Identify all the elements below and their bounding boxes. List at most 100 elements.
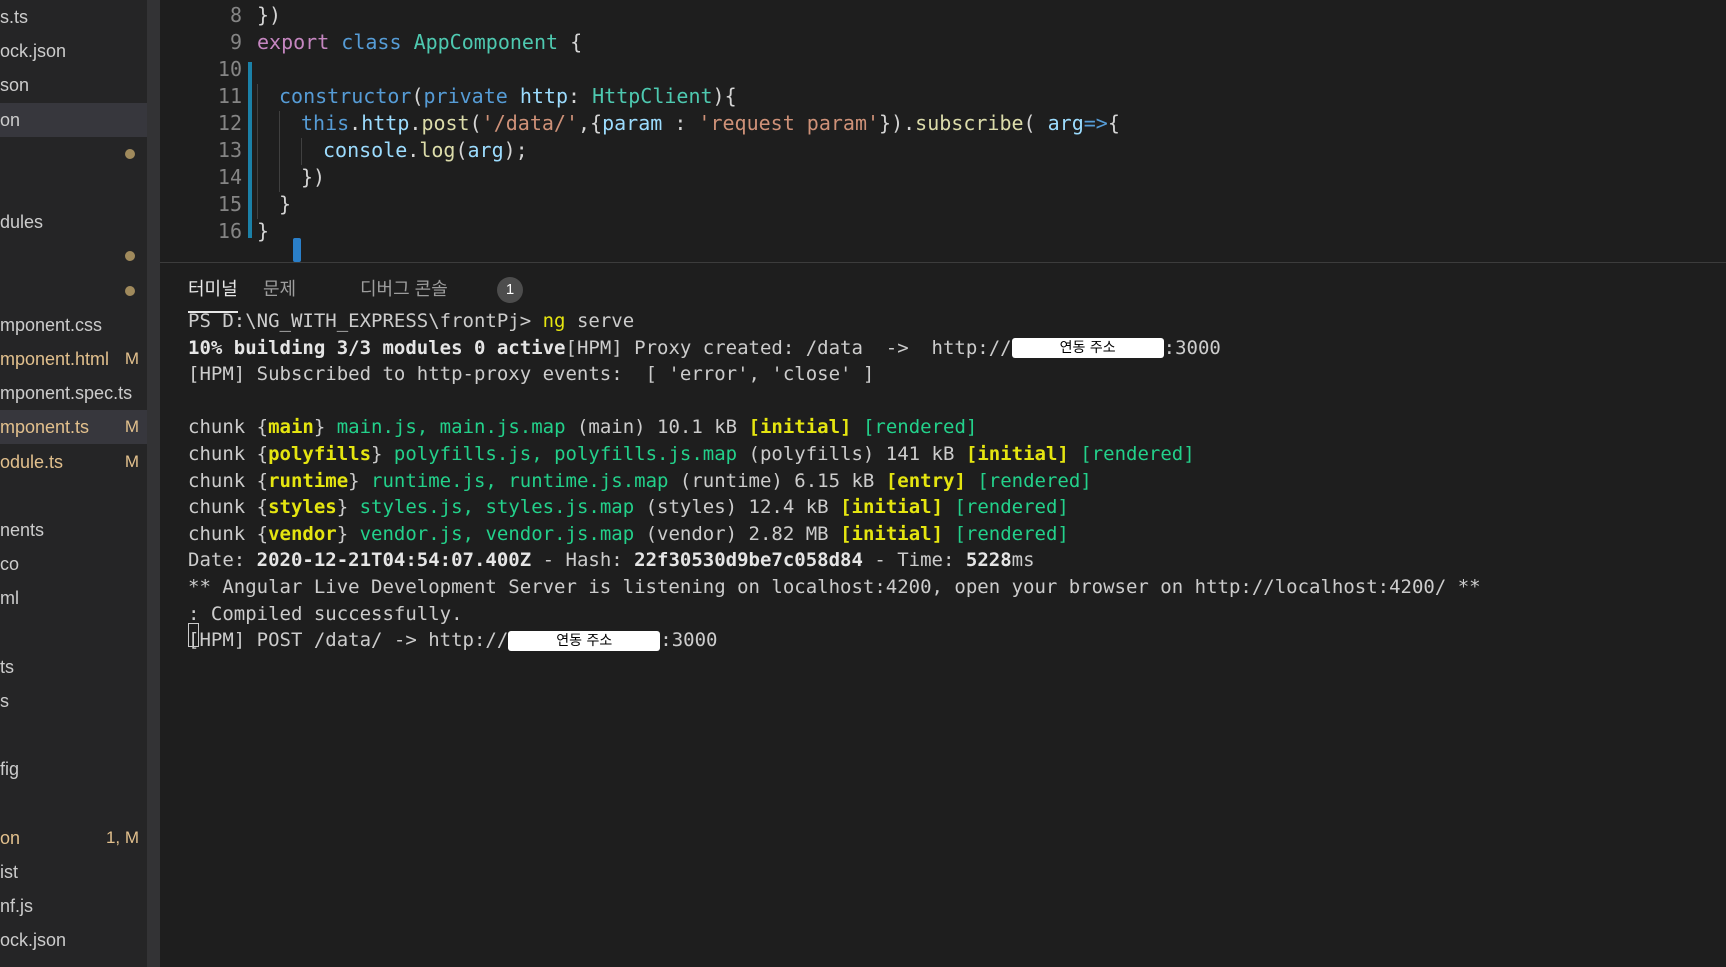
code-token: http: [361, 111, 410, 135]
terminal-text: vendor: [268, 522, 337, 545]
explorer-item[interactable]: odule.ts M: [0, 445, 147, 479]
explorer-item[interactable]: ist: [0, 855, 147, 889]
tab-terminal[interactable]: 터미널: [188, 277, 238, 309]
explorer-item[interactable]: on: [0, 102, 147, 137]
explorer-item[interactable]: son: [0, 68, 147, 102]
terminal-text: [rendered]: [1080, 443, 1195, 465]
code-editor[interactable]: 8}) 9 export class AppComponent {10 11 const…: [160, 0, 1726, 263]
terminal-text: chunk {: [188, 443, 269, 465]
explorer-item-label: mponent.css: [0, 314, 103, 335]
explorer-item[interactable]: mponent.ts M: [0, 410, 147, 445]
git-status-badge: 1, M: [105, 827, 139, 847]
code-token: }: [279, 192, 292, 216]
code-token: (: [1023, 111, 1048, 135]
code-token: .: [409, 111, 422, 135]
explorer-item[interactable]: ock.json: [0, 34, 147, 68]
code-text: }: [257, 217, 269, 247]
explorer-item[interactable]: dules: [0, 205, 147, 239]
explorer-item-label: dules: [0, 212, 44, 233]
code-text: this.http.post('/data/',{param : 'reques…: [301, 109, 1120, 139]
tab-debug-console[interactable]: 디버그 콘솔: [360, 277, 448, 309]
terminal-text: serve: [565, 310, 635, 332]
code-token: arg: [467, 138, 504, 162]
explorer-item-label: s: [0, 691, 9, 711]
explorer-item[interactable]: s: [0, 684, 147, 718]
code-token: arg: [1047, 111, 1084, 135]
modified-dot-icon: [125, 285, 135, 296]
explorer-item[interactable]: [0, 137, 147, 171]
indent-guide: [279, 165, 280, 192]
explorer-item-label: ml: [0, 588, 19, 609]
explorer-item[interactable]: [0, 274, 147, 308]
terminal-line: ** Angular Live Development Server is li…: [188, 574, 1481, 601]
explorer-item[interactable]: ml: [0, 581, 147, 615]
explorer-item[interactable]: [0, 171, 147, 205]
code-token: ){: [712, 84, 737, 108]
explorer-item[interactable]: ts: [0, 650, 147, 684]
explorer-item[interactable]: [0, 239, 147, 273]
explorer-item[interactable]: s.ts: [0, 0, 147, 34]
code-text: constructor(private http: HttpClient){: [279, 82, 737, 112]
code-token: constructor: [279, 84, 412, 108]
terminal-text: chunk {: [188, 496, 269, 519]
code-line: 11 constructor(private http: HttpClient){: [160, 82, 1726, 112]
code-token: HttpClient: [592, 84, 713, 108]
sidebar-scrollbar[interactable]: [147, 0, 160, 967]
terminal-line: chunk {main} main.js, main.js.map (main)…: [188, 414, 977, 441]
explorer-item[interactable]: ock.json: [0, 923, 147, 957]
code-token: private: [423, 84, 508, 108]
terminal-text: chunk {: [188, 469, 269, 492]
code-token: :: [568, 84, 593, 108]
code-text: }): [257, 1, 281, 31]
line-number: 8: [229, 3, 242, 27]
explorer-item-label: ist: [0, 862, 18, 882]
code-token: '/data/': [481, 111, 578, 135]
code-token: }): [301, 165, 326, 189]
explorer-item-label: odule.ts: [0, 451, 64, 472]
terminal-text: :3000: [1163, 336, 1221, 359]
explorer-item[interactable]: nf.js: [0, 889, 147, 923]
explorer-item[interactable]: [0, 787, 147, 821]
code-line: 9 export class AppComponent {: [160, 28, 1726, 58]
explorer-item[interactable]: on 1, M: [0, 821, 147, 855]
code-line: 8}): [160, 1, 1726, 31]
explorer-item[interactable]: [0, 616, 147, 650]
explorer-item-label: mponent.spec.ts: [0, 383, 133, 404]
explorer-item[interactable]: nents: [0, 513, 147, 547]
code-text: }): [301, 163, 325, 193]
code-token: :: [662, 111, 699, 135]
line-number: 11: [217, 84, 242, 108]
terminal-text: }: [348, 469, 372, 492]
code-token: {: [558, 30, 583, 54]
line-number: 15: [217, 192, 242, 216]
explorer-item-label: ts: [0, 656, 15, 677]
code-token: export: [257, 30, 330, 54]
explorer-item[interactable]: co: [0, 547, 147, 581]
modified-dot-icon: [125, 251, 135, 262]
terminal-text: (runtime) 6.15 kB: [668, 469, 886, 492]
terminal-line: chunk {styles} styles.js, styles.js.map …: [188, 494, 1069, 521]
code-token: 'request param': [698, 111, 880, 135]
terminal-text: ** Angular Live Development Server is li…: [188, 576, 1481, 598]
explorer-item-label: fig: [0, 759, 20, 780]
explorer-item[interactable]: mponent.css: [0, 308, 147, 342]
explorer-item[interactable]: fig: [0, 752, 147, 786]
explorer-item-label: on: [0, 109, 21, 130]
code-token: }).: [879, 111, 916, 135]
code-token: console: [323, 138, 408, 162]
tab-problems[interactable]: 문제: [263, 277, 296, 309]
indent-guide: [301, 138, 302, 165]
indent-guide: [279, 138, 280, 165]
explorer-item[interactable]: [0, 479, 147, 513]
explorer-item-label: son: [0, 75, 30, 96]
explorer-item[interactable]: mponent.html M: [0, 342, 147, 376]
code-token: AppComponent: [413, 30, 559, 54]
terminal-text: (vendor) 2.82 MB: [634, 522, 841, 545]
explorer-item[interactable]: mponent.spec.ts: [0, 376, 147, 410]
explorer-item[interactable]: [0, 718, 147, 752]
